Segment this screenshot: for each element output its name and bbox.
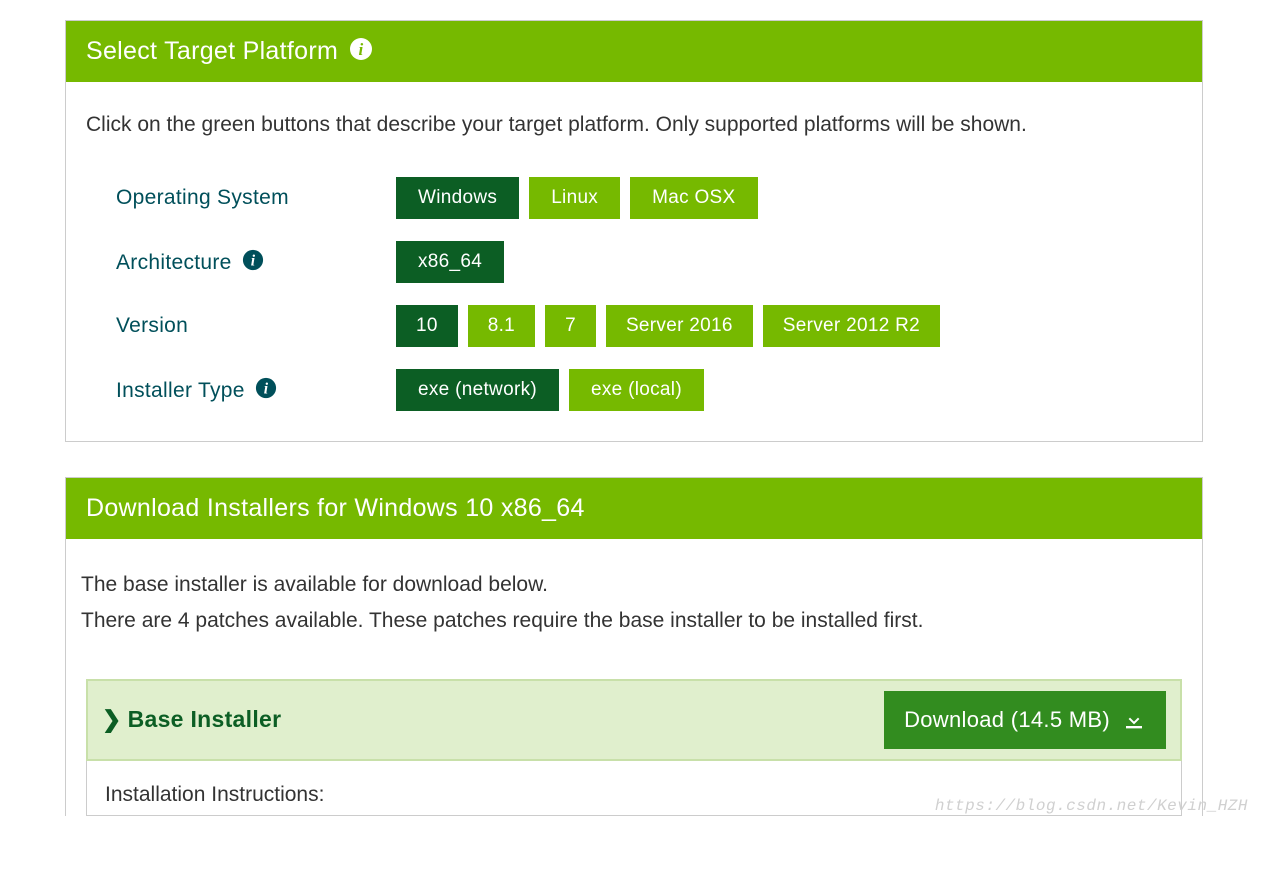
chevron-right-icon: ❯ xyxy=(102,706,122,733)
select-panel-header: Select Target Platform i xyxy=(66,21,1202,82)
download-panel-body: The base installer is available for down… xyxy=(66,539,1202,815)
os-label: Operating System xyxy=(116,186,396,210)
architecture-row: Architecture i x86_64 xyxy=(116,241,1182,283)
info-icon[interactable]: i xyxy=(242,249,264,271)
svg-text:i: i xyxy=(264,381,269,398)
architecture-label-text: Architecture xyxy=(116,251,232,274)
installer-type-row: Installer Type i exe (network) exe (loca… xyxy=(116,369,1182,411)
select-panel-title: Select Target Platform xyxy=(86,37,338,65)
installer-option-exe-network[interactable]: exe (network) xyxy=(396,369,559,411)
installer-type-options: exe (network) exe (local) xyxy=(396,369,704,411)
version-label: Version xyxy=(116,314,396,338)
svg-text:i: i xyxy=(250,253,255,270)
base-installer-row[interactable]: ❯ Base Installer Download (14.5 MB) xyxy=(86,679,1182,761)
installation-instructions-label: Installation Instructions: xyxy=(105,783,1163,807)
select-panel-body: Click on the green buttons that describe… xyxy=(66,82,1202,441)
version-option-server-2012-r2[interactable]: Server 2012 R2 xyxy=(763,305,940,347)
installation-instructions-section: Installation Instructions: xyxy=(86,761,1182,816)
os-options: Windows Linux Mac OSX xyxy=(396,177,758,219)
instruction-text: Click on the green buttons that describe… xyxy=(86,110,1182,139)
select-target-platform-panel: Select Target Platform i Click on the gr… xyxy=(65,20,1203,442)
download-icon xyxy=(1122,708,1146,732)
os-row: Operating System Windows Linux Mac OSX xyxy=(116,177,1182,219)
version-option-8-1[interactable]: 8.1 xyxy=(468,305,535,347)
architecture-label: Architecture i xyxy=(116,249,396,275)
info-icon[interactable]: i xyxy=(255,377,277,399)
base-installer-label: Base Installer xyxy=(128,706,282,733)
download-desc-line-2: There are 4 patches available. These pat… xyxy=(81,603,1187,639)
download-description: The base installer is available for down… xyxy=(81,567,1187,638)
version-options: 10 8.1 7 Server 2016 Server 2012 R2 xyxy=(396,305,940,347)
version-option-7[interactable]: 7 xyxy=(545,305,596,347)
installer-option-exe-local[interactable]: exe (local) xyxy=(569,369,704,411)
arch-option-x86-64[interactable]: x86_64 xyxy=(396,241,504,283)
download-button-label: Download (14.5 MB) xyxy=(904,707,1110,733)
version-row: Version 10 8.1 7 Server 2016 Server 2012… xyxy=(116,305,1182,347)
download-panel-header: Download Installers for Windows 10 x86_6… xyxy=(66,478,1202,539)
info-icon[interactable]: i xyxy=(349,37,373,61)
download-button[interactable]: Download (14.5 MB) xyxy=(884,691,1166,749)
os-option-linux[interactable]: Linux xyxy=(529,177,620,219)
svg-text:i: i xyxy=(359,40,364,59)
installer-type-label-text: Installer Type xyxy=(116,379,245,402)
download-desc-line-1: The base installer is available for down… xyxy=(81,567,1187,603)
os-option-windows[interactable]: Windows xyxy=(396,177,519,219)
download-installers-panel: Download Installers for Windows 10 x86_6… xyxy=(65,477,1203,815)
os-option-macosx[interactable]: Mac OSX xyxy=(630,177,757,219)
base-installer-title: ❯ Base Installer xyxy=(102,706,281,733)
architecture-options: x86_64 xyxy=(396,241,504,283)
installer-type-label: Installer Type i xyxy=(116,377,396,403)
version-option-10[interactable]: 10 xyxy=(396,305,458,347)
version-option-server-2016[interactable]: Server 2016 xyxy=(606,305,753,347)
